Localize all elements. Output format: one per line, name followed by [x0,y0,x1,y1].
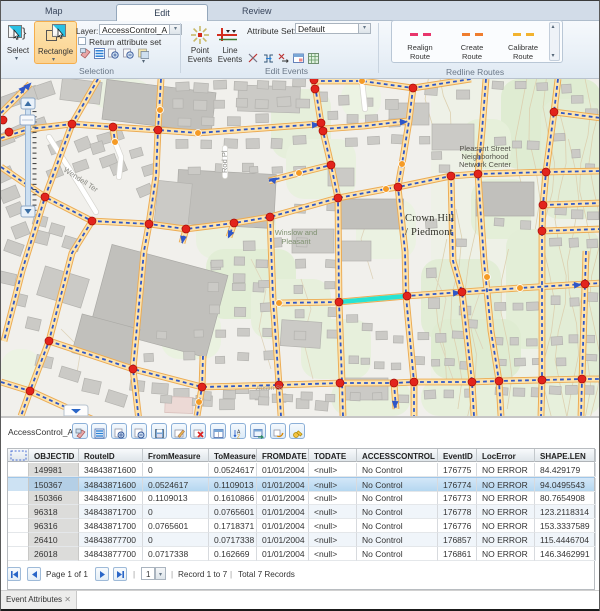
svg-text:Winslow and: Winslow and [275,228,318,237]
svg-text:Austin St: Austin St [256,385,282,392]
svg-text:/ Piedmont: / Piedmont [405,227,453,238]
svg-text:Network Center: Network Center [459,160,512,169]
svg-text:Rod Pl: Rod Pl [220,150,229,173]
svg-text:Crown Hill: Crown Hill [405,213,455,224]
svg-text:Pleasant: Pleasant [281,237,311,246]
svg-text:Z: Z [237,435,240,440]
svg-text:}: } [22,25,27,40]
